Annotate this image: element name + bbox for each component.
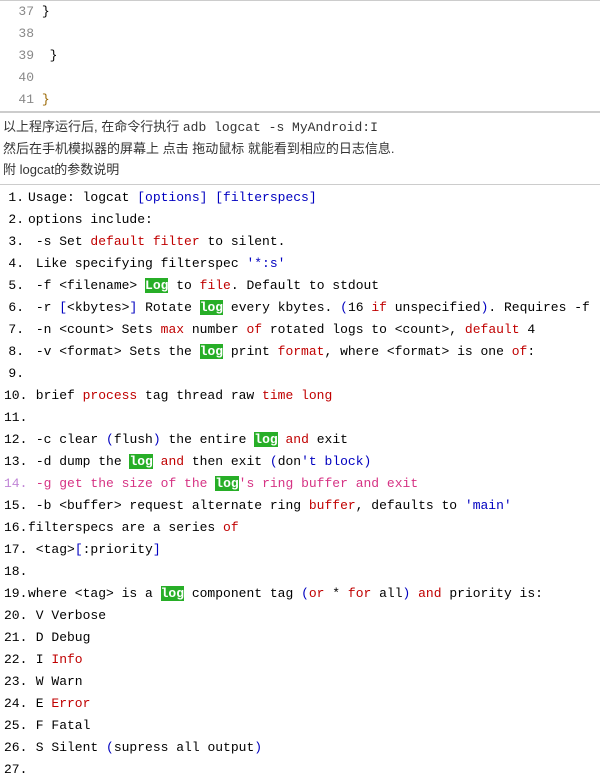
doc-line: 23. W Warn <box>0 671 600 693</box>
line-number: 7. <box>4 319 24 341</box>
highlight-log: log <box>215 476 238 491</box>
line-number: 19. <box>4 583 24 605</box>
line-number: 11. <box>4 407 24 429</box>
line-number: 27. <box>4 759 24 781</box>
desc-line-1: 以上程序运行后, 在命令行执行 adb logcat -s MyAndroid:… <box>3 117 597 139</box>
line-number: 3. <box>4 231 24 253</box>
line-number: 16. <box>4 517 24 539</box>
line-number: 13. <box>4 451 24 473</box>
line-number: 37 <box>4 1 34 23</box>
doc-line: 10. brief process tag thread raw time lo… <box>0 385 600 407</box>
code-line: 39 } <box>0 45 600 67</box>
doc-line: 22. I Info <box>0 649 600 671</box>
doc-line: 18. <box>0 561 600 583</box>
line-number: 20. <box>4 605 24 627</box>
code-line: 38 <box>0 23 600 45</box>
line-number: 39 <box>4 45 34 67</box>
doc-line: 6. -r [<kbytes>] Rotate log every kbytes… <box>0 297 600 319</box>
code-block-top: 37 } 38 39 } 40 41 } <box>0 0 600 112</box>
doc-line: 14. -g get the size of the log's ring bu… <box>0 473 600 495</box>
doc-line: 21. D Debug <box>0 627 600 649</box>
doc-line: 17. <tag>[:priority] <box>0 539 600 561</box>
line-number: 2. <box>4 209 24 231</box>
highlight-log: log <box>254 432 277 447</box>
doc-line: 5. -f <filename> Log to file. Default to… <box>0 275 600 297</box>
line-number: 24. <box>4 693 24 715</box>
code-line: 41 } <box>0 89 600 111</box>
highlight-log: log <box>129 454 152 469</box>
doc-line: 16.filterspecs are a series of <box>0 517 600 539</box>
doc-line: 4. Like specifying filterspec '*:s' <box>0 253 600 275</box>
line-number: 25. <box>4 715 24 737</box>
code-line: 40 <box>0 67 600 89</box>
line-number: 8. <box>4 341 24 363</box>
desc-line-2: 然后在手机模拟器的屏幕上 点击 拖动鼠标 就能看到相应的日志信息. <box>3 139 597 160</box>
line-number: 6. <box>4 297 24 319</box>
line-number: 12. <box>4 429 24 451</box>
line-number: 21. <box>4 627 24 649</box>
doc-line: 1.Usage: logcat [options] [filterspecs] <box>0 187 600 209</box>
doc-line: 8. -v <format> Sets the log print format… <box>0 341 600 363</box>
doc-line: 15. -b <buffer> request alternate ring b… <box>0 495 600 517</box>
doc-line: 26. S Silent (supress all output) <box>0 737 600 759</box>
doc-line: 2.options include: <box>0 209 600 231</box>
line-number: 41 <box>4 89 34 111</box>
logcat-doc-block: 1.Usage: logcat [options] [filterspecs] … <box>0 184 600 781</box>
line-number: 5. <box>4 275 24 297</box>
doc-line: 9. <box>0 363 600 385</box>
desc-line-3: 附 logcat的参数说明 <box>3 160 597 181</box>
doc-line: 20. V Verbose <box>0 605 600 627</box>
highlight-log: log <box>200 300 223 315</box>
code-text: } <box>42 92 50 107</box>
code-text: } <box>42 48 58 63</box>
doc-line: 25. F Fatal <box>0 715 600 737</box>
description-block: 以上程序运行后, 在命令行执行 adb logcat -s MyAndroid:… <box>0 112 600 184</box>
line-number: 9. <box>4 363 24 385</box>
highlight-log: log <box>161 586 184 601</box>
line-number: 15. <box>4 495 24 517</box>
line-number: 23. <box>4 671 24 693</box>
highlight-log: Log <box>145 278 168 293</box>
doc-line: 19.where <tag> is a log component tag (o… <box>0 583 600 605</box>
line-number: 18. <box>4 561 24 583</box>
code-text: } <box>42 4 50 19</box>
doc-line: 11. <box>0 407 600 429</box>
doc-line: 13. -d dump the log and then exit (don't… <box>0 451 600 473</box>
highlight-log: log <box>200 344 223 359</box>
line-number: 10. <box>4 385 24 407</box>
code-line: 37 } <box>0 1 600 23</box>
doc-line: 24. E Error <box>0 693 600 715</box>
doc-line: 3. -s Set default filter to silent. <box>0 231 600 253</box>
doc-line: 12. -c clear (flush) the entire log and … <box>0 429 600 451</box>
line-number: 17. <box>4 539 24 561</box>
line-number: 22. <box>4 649 24 671</box>
line-number: 26. <box>4 737 24 759</box>
line-number: 38 <box>4 23 34 45</box>
line-number: 14. <box>4 473 24 495</box>
line-number: 4. <box>4 253 24 275</box>
doc-line: 7. -n <count> Sets max number of rotated… <box>0 319 600 341</box>
doc-line: 27. <box>0 759 600 781</box>
line-number: 1. <box>4 187 24 209</box>
adb-command: adb logcat -s MyAndroid:I <box>183 120 378 135</box>
line-number: 40 <box>4 67 34 89</box>
